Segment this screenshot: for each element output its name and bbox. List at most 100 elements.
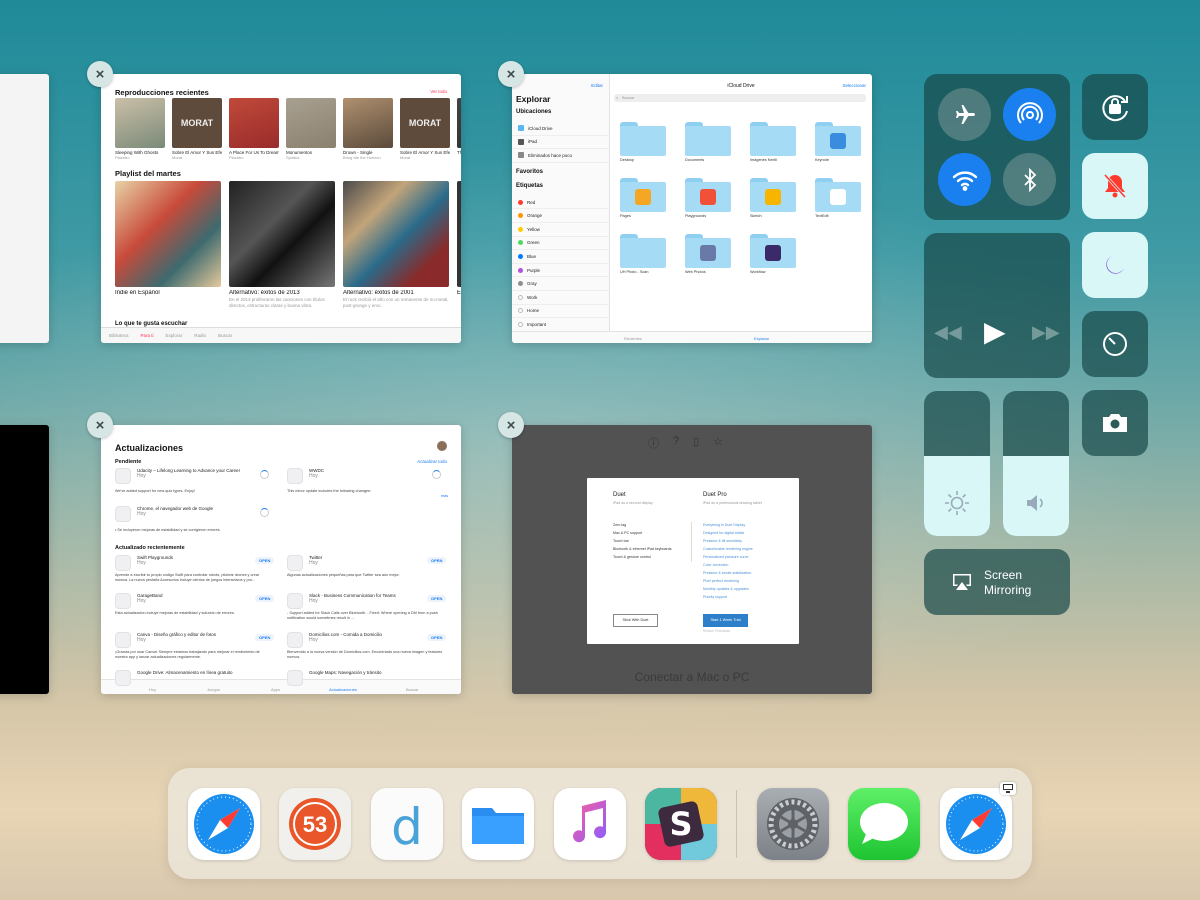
see-all-link[interactable]: Ver todo bbox=[430, 89, 447, 94]
album-item[interactable]: Monumentos Spiritus bbox=[286, 98, 336, 160]
tab-search[interactable]: Buscar bbox=[218, 333, 232, 338]
tag-item[interactable]: Blue bbox=[512, 250, 609, 264]
appstore-card[interactable]: Actualizaciones Pendiente Actualizar tod… bbox=[101, 425, 461, 694]
tab-browse[interactable]: Explorar bbox=[754, 336, 769, 341]
folder-item[interactable]: Imágenes Keeill bbox=[750, 122, 798, 162]
bluetooth-toggle[interactable] bbox=[1003, 153, 1056, 206]
music-app-card[interactable]: Reproducciones recientes Ver todo Sleepi… bbox=[101, 74, 461, 343]
tab-today[interactable]: Hoy bbox=[149, 687, 156, 692]
tags-heading[interactable]: Etiquetas bbox=[512, 183, 609, 196]
update-item[interactable]: Domicilios.com - Comida a Domicilio Hoy bbox=[287, 632, 382, 648]
open-button[interactable]: OPEN bbox=[255, 557, 275, 564]
star-icon[interactable]: ☆ bbox=[713, 435, 723, 451]
update-item[interactable]: Google Drive: Almacenamiento en línea gr… bbox=[115, 670, 233, 686]
do-not-disturb-toggle[interactable] bbox=[1082, 232, 1148, 298]
open-button[interactable]: OPEN bbox=[427, 557, 447, 564]
folder-item[interactable]: Pages bbox=[620, 178, 668, 218]
brightness-slider[interactable] bbox=[924, 391, 990, 536]
folder-item[interactable]: Keynote bbox=[815, 122, 863, 162]
duet-app-card[interactable]: ⓘ ? ▯ ☆ Duet iPad as a second display Du… bbox=[512, 425, 872, 694]
volume-slider[interactable] bbox=[1003, 391, 1069, 536]
open-button[interactable]: OPEN bbox=[255, 634, 275, 641]
album-item[interactable]: Th bbox=[457, 98, 461, 160]
update-item[interactable]: Udacity – Lifelong Learning to Advance y… bbox=[115, 468, 240, 484]
tag-item[interactable]: Red bbox=[512, 196, 609, 210]
favorites-heading[interactable]: Favoritos bbox=[512, 169, 609, 183]
update-item[interactable]: Twitter Hoy bbox=[287, 555, 322, 571]
folder-item[interactable]: Web Photos bbox=[685, 234, 733, 274]
edit-button[interactable]: Editar bbox=[591, 83, 603, 88]
tab-radio[interactable]: Radio bbox=[194, 333, 206, 338]
album-item[interactable]: A Place For Us To Dream Placebo bbox=[229, 98, 279, 160]
tag-item[interactable]: Work bbox=[512, 291, 609, 305]
screen-mirroring-button[interactable]: Screen Mirroring bbox=[924, 549, 1070, 615]
app-card-partial-top[interactable] bbox=[0, 74, 49, 343]
album-item[interactable]: MORAT Sobre El Amor Y Sus Efe... Morat bbox=[400, 98, 450, 160]
open-button[interactable]: OPEN bbox=[255, 595, 275, 602]
airplane-mode-toggle[interactable] bbox=[938, 88, 991, 141]
update-all-button[interactable]: Actualizar todo bbox=[417, 459, 447, 464]
more-link[interactable]: más bbox=[441, 494, 448, 498]
close-music-card-button[interactable]: × bbox=[87, 61, 113, 87]
location-item[interactable]: Eliminados hace poco bbox=[512, 149, 609, 163]
tab-library[interactable]: Biblioteca bbox=[109, 333, 129, 338]
album-item[interactable]: MORAT Sobre El Amor Y Sus Efe... Morat bbox=[172, 98, 222, 160]
open-button[interactable]: OPEN bbox=[427, 634, 447, 641]
timer-button[interactable] bbox=[1082, 311, 1148, 377]
playlist-item[interactable]: Alternativo: éxitos de 2001 El rock recib… bbox=[343, 181, 449, 309]
app-card-partial-bottom[interactable] bbox=[0, 425, 49, 694]
airdrop-toggle[interactable] bbox=[1003, 88, 1056, 141]
folder-item[interactable]: Documents bbox=[685, 122, 733, 162]
info-icon[interactable]: ⓘ bbox=[648, 435, 659, 451]
folder-item[interactable]: Workflow bbox=[750, 234, 798, 274]
files-app-icon[interactable] bbox=[462, 788, 534, 860]
playlist-item[interactable]: Indie en Español bbox=[115, 181, 221, 309]
playlist-item[interactable]: Er bbox=[457, 181, 461, 309]
music-app-icon[interactable] bbox=[554, 788, 626, 860]
forward-button[interactable]: ▶▶ bbox=[1032, 322, 1060, 343]
tab-updates[interactable]: Actualizaciones bbox=[329, 687, 357, 692]
open-button[interactable]: OPEN bbox=[427, 595, 447, 602]
update-item[interactable]: Swift Playgrounds Hoy bbox=[115, 555, 173, 571]
camera-button[interactable] bbox=[1082, 390, 1148, 456]
tag-item[interactable]: Yellow bbox=[512, 223, 609, 237]
select-button[interactable]: Seleccionar bbox=[842, 83, 866, 88]
tag-item[interactable]: Important bbox=[512, 318, 609, 332]
playlist-item[interactable]: Alternativo: éxitos de 2013 En el 2013 pr… bbox=[229, 181, 335, 309]
folder-item[interactable]: UH Photo - Scan bbox=[620, 234, 668, 274]
folder-item[interactable]: Desktop bbox=[620, 122, 668, 162]
album-item[interactable]: Sleeping With Ghosts Placebo bbox=[115, 98, 165, 160]
restore-purchases-link[interactable]: Restore Purchases bbox=[703, 629, 730, 633]
close-files-card-button[interactable]: × bbox=[498, 61, 524, 87]
safari-recent-app-icon[interactable] bbox=[940, 788, 1012, 860]
avatar[interactable] bbox=[437, 441, 447, 451]
tab-games[interactable]: Juegos bbox=[207, 687, 220, 692]
tab-apps[interactable]: Apps bbox=[271, 687, 280, 692]
tag-item[interactable]: Green bbox=[512, 237, 609, 251]
update-item[interactable]: Chrome, el navegador web de Google Hoy bbox=[115, 506, 213, 522]
wifi-toggle[interactable] bbox=[938, 153, 991, 206]
paper-53-app-icon[interactable]: 53 bbox=[279, 788, 351, 860]
folder-item[interactable]: Sketch bbox=[750, 178, 798, 218]
safari-app-icon[interactable] bbox=[188, 788, 260, 860]
tab-search[interactable]: Buscar bbox=[406, 687, 418, 692]
close-duet-card-button[interactable]: × bbox=[498, 412, 524, 438]
rotation-lock-toggle[interactable] bbox=[1082, 74, 1148, 140]
tag-item[interactable]: Gray bbox=[512, 277, 609, 291]
tab-recents[interactable]: Recientes bbox=[624, 336, 642, 341]
update-item[interactable]: GarageBand Hoy bbox=[115, 593, 163, 609]
messages-app-icon[interactable] bbox=[848, 788, 920, 860]
location-item[interactable]: iPad bbox=[512, 136, 609, 150]
start-trial-button[interactable]: Start 1 Week Trial bbox=[703, 614, 748, 627]
location-item[interactable]: iCloud Drive bbox=[512, 122, 609, 136]
tab-browse[interactable]: Explorar bbox=[166, 333, 183, 338]
update-item[interactable]: WWDC Hoy bbox=[287, 468, 324, 484]
locations-heading[interactable]: Ubicaciones bbox=[512, 109, 609, 122]
day-one-app-icon[interactable]: d bbox=[371, 788, 443, 860]
album-item[interactable]: Drown - Single Bring Me the Horizon bbox=[343, 98, 393, 160]
mute-toggle[interactable] bbox=[1082, 153, 1148, 219]
slack-app-icon[interactable]: S bbox=[645, 788, 717, 860]
update-item[interactable]: Canva - Diseño gráfico y editor de fotos… bbox=[115, 632, 216, 648]
search-field[interactable]: ⌕ Buscar bbox=[614, 94, 866, 102]
rewind-button[interactable]: ◀◀ bbox=[934, 322, 962, 343]
